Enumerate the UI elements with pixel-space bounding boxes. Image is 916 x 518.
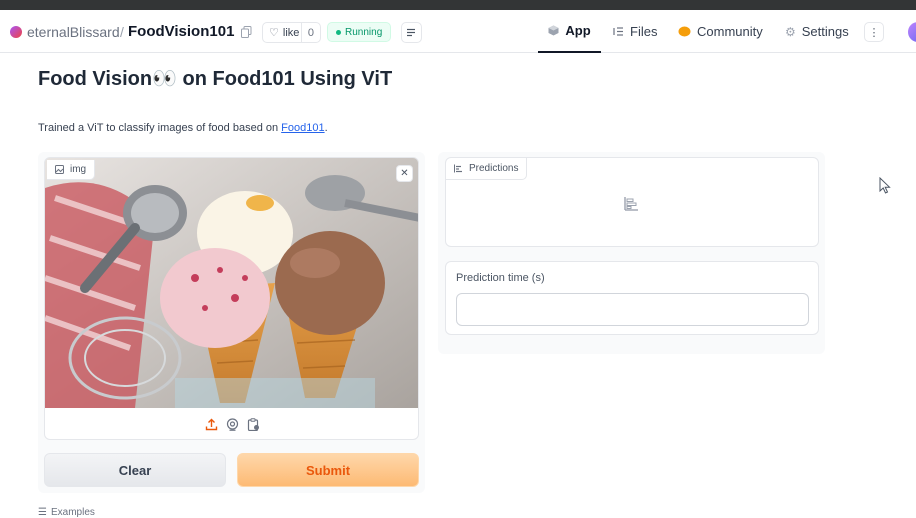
owner-avatar[interactable] bbox=[10, 26, 22, 38]
image-source-toolbar bbox=[45, 408, 418, 439]
image-input-label: img bbox=[47, 160, 96, 180]
description-end: . bbox=[324, 122, 328, 134]
files-icon bbox=[613, 27, 623, 36]
space-menu-button[interactable] bbox=[401, 22, 422, 43]
app-cube-icon bbox=[548, 25, 559, 36]
prediction-time-field[interactable] bbox=[456, 293, 809, 326]
ice-cream-image bbox=[45, 158, 418, 408]
path-separator: / bbox=[120, 24, 124, 40]
predictions-output: Predictions bbox=[445, 157, 819, 247]
repo-name[interactable]: FoodVision101 bbox=[128, 23, 234, 40]
clipboard-icon[interactable] bbox=[247, 418, 260, 431]
submit-button[interactable]: Submit bbox=[237, 453, 419, 487]
like-label: like bbox=[282, 26, 300, 39]
space-header: eternalBlissard / FoodVision101 ♡ like 0… bbox=[0, 10, 916, 53]
empty-label-icon bbox=[624, 197, 638, 211]
webcam-icon[interactable] bbox=[226, 418, 239, 431]
mouse-cursor-icon bbox=[879, 177, 891, 194]
upload-icon[interactable] bbox=[205, 418, 218, 431]
owner-name[interactable]: eternalBlissard bbox=[27, 24, 120, 40]
close-icon[interactable]: ✕ bbox=[396, 165, 413, 182]
ice-cream-illustration bbox=[45, 158, 418, 408]
tab-files[interactable]: Files bbox=[613, 10, 657, 53]
tab-app-label: App bbox=[565, 23, 591, 38]
list-icon bbox=[407, 28, 415, 37]
like-count: 0 bbox=[300, 23, 320, 42]
tab-app[interactable]: App bbox=[538, 10, 601, 53]
tab-settings-label: Settings bbox=[801, 24, 849, 39]
tab-community-label: Community bbox=[697, 24, 763, 39]
examples-label: Examples bbox=[50, 507, 95, 518]
clear-button[interactable]: Clear bbox=[44, 453, 226, 487]
browser-top-strip bbox=[0, 0, 916, 10]
prediction-time-output: Prediction time (s) bbox=[445, 261, 819, 335]
heart-icon: ♡ bbox=[269, 27, 279, 39]
image-input[interactable]: img ✕ bbox=[44, 157, 419, 440]
image-icon bbox=[55, 165, 64, 174]
tab-community[interactable]: Community bbox=[678, 10, 763, 53]
gear-icon: ⚙ bbox=[785, 24, 796, 39]
image-input-label-text: img bbox=[70, 164, 87, 175]
food101-link[interactable]: Food101 bbox=[281, 122, 324, 134]
status-badge: Running bbox=[327, 22, 392, 42]
page-description: Trained a ViT to classify images of food… bbox=[38, 122, 328, 134]
user-avatar[interactable] bbox=[908, 22, 916, 42]
tab-files-label: Files bbox=[630, 24, 658, 39]
tab-settings[interactable]: ⚙ Settings bbox=[785, 10, 849, 53]
status-text: Running bbox=[345, 26, 383, 38]
label-chart-icon bbox=[454, 164, 462, 173]
more-options-button[interactable]: ⋮ bbox=[864, 22, 884, 42]
description-text: Trained a ViT to classify images of food… bbox=[38, 122, 282, 134]
page-title: Food Vision👀 on Food101 Using ViT bbox=[38, 68, 393, 90]
list-icon: ☰ bbox=[38, 507, 47, 518]
examples-section-label: ☰ Examples bbox=[38, 507, 95, 518]
predictions-label-text: Predictions bbox=[469, 163, 519, 174]
community-icon bbox=[678, 26, 691, 37]
predictions-label: Predictions bbox=[446, 158, 528, 180]
copy-icon[interactable] bbox=[241, 26, 252, 38]
prediction-time-label: Prediction time (s) bbox=[456, 272, 545, 284]
like-button[interactable]: ♡ like 0 bbox=[262, 22, 321, 43]
status-dot-icon bbox=[336, 29, 341, 35]
